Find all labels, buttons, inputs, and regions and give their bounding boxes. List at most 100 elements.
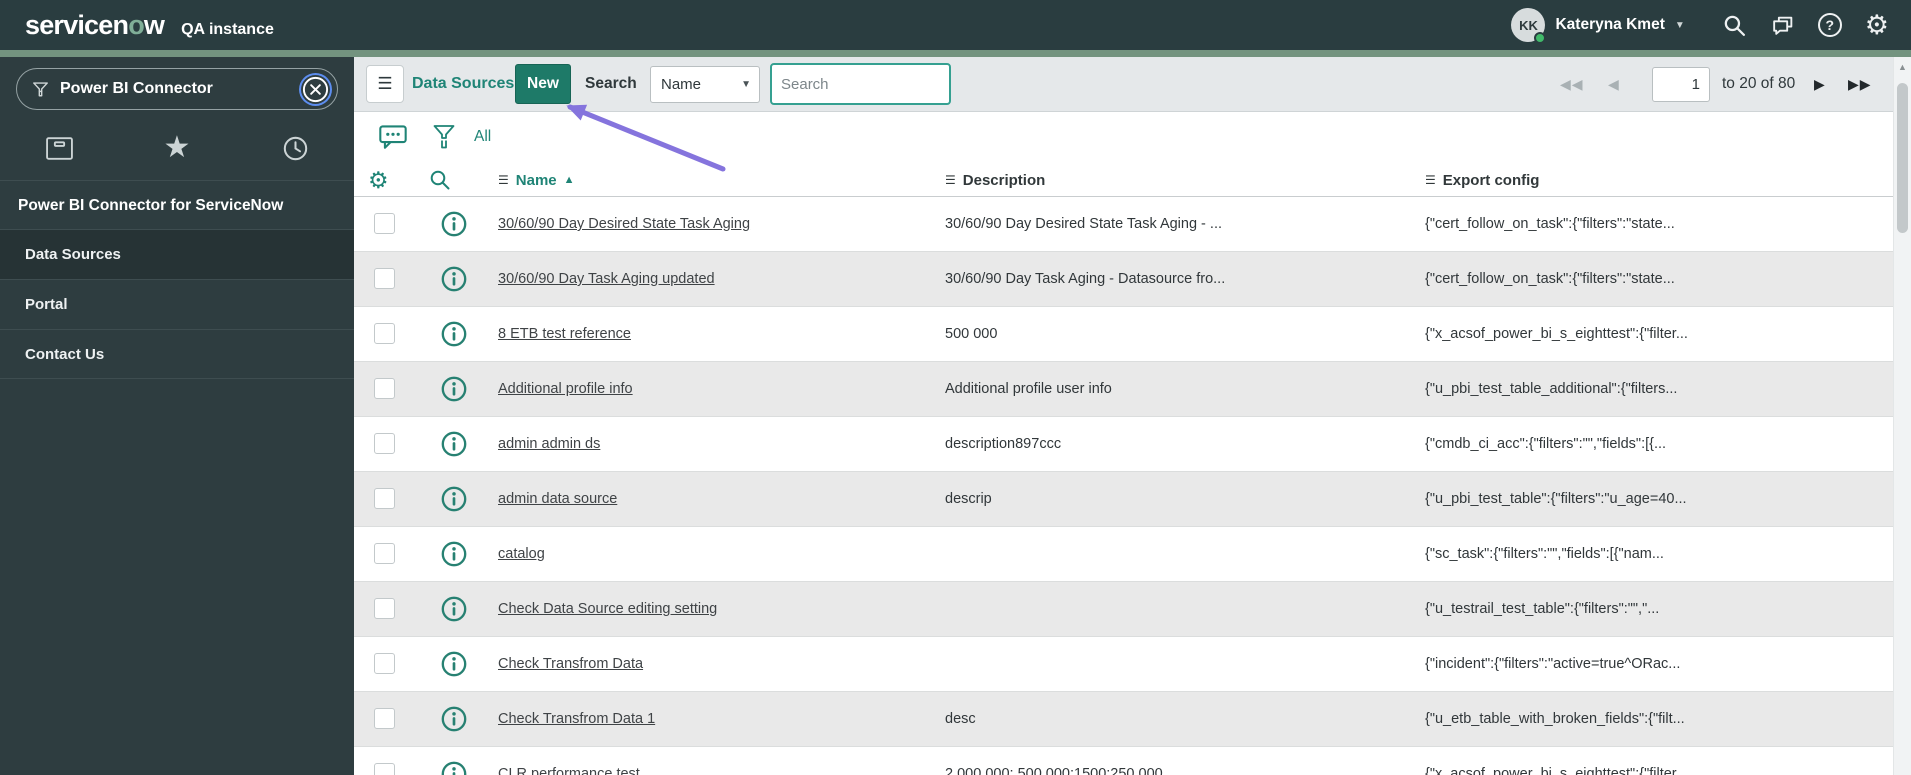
record-info-icon[interactable] xyxy=(440,540,468,568)
search-column-select[interactable]: Name ▼ xyxy=(650,66,760,103)
favorites-star-icon[interactable]: ★ xyxy=(162,133,192,163)
record-info-icon[interactable] xyxy=(440,210,468,238)
record-info-icon[interactable] xyxy=(440,265,468,293)
sidebar-item-contact-us[interactable]: Contact Us xyxy=(0,329,354,379)
record-export-config: {"sc_task":{"filters":"","fields":[{"nam… xyxy=(1425,546,1664,562)
user-name: Kateryna Kmet xyxy=(1555,16,1665,33)
help-glyph: ? xyxy=(1825,17,1835,33)
list-filter-funnel-icon[interactable] xyxy=(432,123,456,151)
table-row: admin data source descrip {"u_pbi_test_t… xyxy=(354,472,1893,527)
search-icon[interactable] xyxy=(1722,13,1747,38)
record-info-icon[interactable] xyxy=(440,430,468,458)
application-navigator-sidebar: ★ Power BI Connector for ServiceNow Data… xyxy=(0,57,354,775)
vertical-scrollbar[interactable]: ▲ xyxy=(1893,57,1911,775)
list-search-input[interactable] xyxy=(770,63,951,105)
new-record-button[interactable]: New xyxy=(515,64,571,104)
row-checkbox[interactable] xyxy=(374,763,395,775)
record-name-link[interactable]: catalog xyxy=(498,546,545,562)
user-menu[interactable]: KK Kateryna Kmet ▼ xyxy=(1511,8,1685,44)
presence-indicator xyxy=(1534,32,1547,44)
row-checkbox[interactable] xyxy=(374,708,395,729)
record-name-link[interactable]: 30/60/90 Day Task Aging updated xyxy=(498,271,715,287)
all-applications-icon[interactable] xyxy=(44,133,74,163)
history-clock-icon[interactable] xyxy=(280,133,310,163)
record-info-icon[interactable] xyxy=(440,375,468,403)
first-page-button[interactable]: ◀◀ xyxy=(1560,57,1584,111)
column-header-export-config[interactable]: ☰ Export config xyxy=(1425,163,1539,197)
record-export-config: {"u_testrail_test_table":{"filters":"","… xyxy=(1425,601,1660,617)
avatar[interactable]: KK xyxy=(1511,8,1547,44)
row-checkbox[interactable] xyxy=(374,433,395,454)
record-name-link[interactable]: 8 ETB test reference xyxy=(498,326,631,342)
record-info-icon[interactable] xyxy=(440,320,468,348)
page-number-input[interactable] xyxy=(1652,67,1710,102)
search-column-value: Name xyxy=(661,76,702,93)
column-search-icon[interactable] xyxy=(428,168,452,192)
record-name-link[interactable]: admin data source xyxy=(498,491,617,507)
chat-icon[interactable] xyxy=(1770,13,1795,38)
table-row: admin admin ds description897ccc {"cmdb_… xyxy=(354,417,1893,472)
record-name-link[interactable]: admin admin ds xyxy=(498,436,600,452)
row-checkbox[interactable] xyxy=(374,323,395,344)
list-personalize-gear-icon[interactable]: ⚙ xyxy=(368,166,389,194)
record-name-link[interactable]: Check Transfrom Data 1 xyxy=(498,711,655,727)
column-menu-icon: ☰ xyxy=(498,173,509,187)
record-description: desc xyxy=(945,711,976,727)
record-export-config: {"cmdb_ci_acc":{"filters":"","fields":[{… xyxy=(1425,436,1667,452)
record-description: description897ccc xyxy=(945,436,1062,452)
row-checkbox[interactable] xyxy=(374,598,395,619)
previous-page-button[interactable]: ◀ xyxy=(1608,57,1620,111)
last-page-button[interactable]: ▶▶ xyxy=(1848,57,1872,111)
navigator-filter-input[interactable] xyxy=(60,80,291,98)
record-export-config: {"u_etb_table_with_broken_fields":{"filt… xyxy=(1425,711,1685,727)
record-description: 30/60/90 Day Desired State Task Aging - … xyxy=(945,216,1223,232)
record-info-icon[interactable] xyxy=(440,595,468,623)
row-checkbox[interactable] xyxy=(374,268,395,289)
list-title[interactable]: Data Sources xyxy=(412,57,514,111)
logo-text: servicen xyxy=(25,9,129,40)
record-export-config: {"u_pbi_test_table_additional":{"filters… xyxy=(1425,381,1678,397)
row-checkbox[interactable] xyxy=(374,213,395,234)
record-info-icon[interactable] xyxy=(440,760,468,775)
row-checkbox[interactable] xyxy=(374,488,395,509)
column-label-description: Description xyxy=(962,171,1046,189)
header-accent-bar xyxy=(0,50,1911,57)
navigator-tabs: ★ xyxy=(0,121,354,175)
list-chat-icon[interactable] xyxy=(378,123,408,151)
table-row: Check Transfrom Data 1 desc {"u_etb_tabl… xyxy=(354,692,1893,747)
filter-scope-all-link[interactable]: All xyxy=(474,123,491,151)
record-name-link[interactable]: Check Data Source editing setting xyxy=(498,601,717,617)
clear-filter-button[interactable] xyxy=(301,75,330,104)
record-name-link[interactable]: Check Transfrom Data xyxy=(498,656,643,672)
table-row: 30/60/90 Day Desired State Task Aging 30… xyxy=(354,197,1893,252)
list-context-menu-button[interactable]: ☰ xyxy=(366,65,404,103)
column-label-name: Name xyxy=(515,171,557,189)
next-page-button[interactable]: ▶ xyxy=(1814,57,1826,111)
help-icon[interactable]: ? xyxy=(1817,13,1842,37)
record-name-link[interactable]: Additional profile info xyxy=(498,381,633,397)
app-menu-title[interactable]: Power BI Connector for ServiceNow xyxy=(0,180,354,229)
table-row: Check Transfrom Data {"incident":{"filte… xyxy=(354,637,1893,692)
avatar-initials: KK xyxy=(1519,17,1538,33)
record-info-icon[interactable] xyxy=(440,650,468,678)
column-header-description[interactable]: ☰ Description xyxy=(945,163,1045,197)
hamburger-icon: ☰ xyxy=(377,74,393,93)
table-row: Check Data Source editing setting {"u_te… xyxy=(354,582,1893,637)
row-checkbox[interactable] xyxy=(374,543,395,564)
scrollbar-up-icon[interactable]: ▲ xyxy=(1894,57,1911,77)
record-info-icon[interactable] xyxy=(440,705,468,733)
record-name-link[interactable]: CLR performance test xyxy=(498,766,640,775)
record-description: 30/60/90 Day Task Aging - Datasource fro… xyxy=(945,271,1226,287)
column-header-name[interactable]: ☰ Name ▲ xyxy=(498,163,575,197)
row-checkbox[interactable] xyxy=(374,653,395,674)
row-checkbox[interactable] xyxy=(374,378,395,399)
record-name-link[interactable]: 30/60/90 Day Desired State Task Aging xyxy=(498,216,750,232)
table-header-row: ⚙ ☰ Name ▲ ☰ Description ☰ Export config xyxy=(354,163,1893,197)
table-row: 8 ETB test reference 500 000 {"x_acsof_p… xyxy=(354,307,1893,362)
sidebar-item-data-sources[interactable]: Data Sources xyxy=(0,229,354,279)
navigator-filter-box xyxy=(16,68,338,110)
scrollbar-thumb[interactable] xyxy=(1897,83,1908,233)
record-info-icon[interactable] xyxy=(440,485,468,513)
settings-gear-icon[interactable]: ⚙ xyxy=(1865,11,1889,39)
sidebar-item-portal[interactable]: Portal xyxy=(0,279,354,329)
